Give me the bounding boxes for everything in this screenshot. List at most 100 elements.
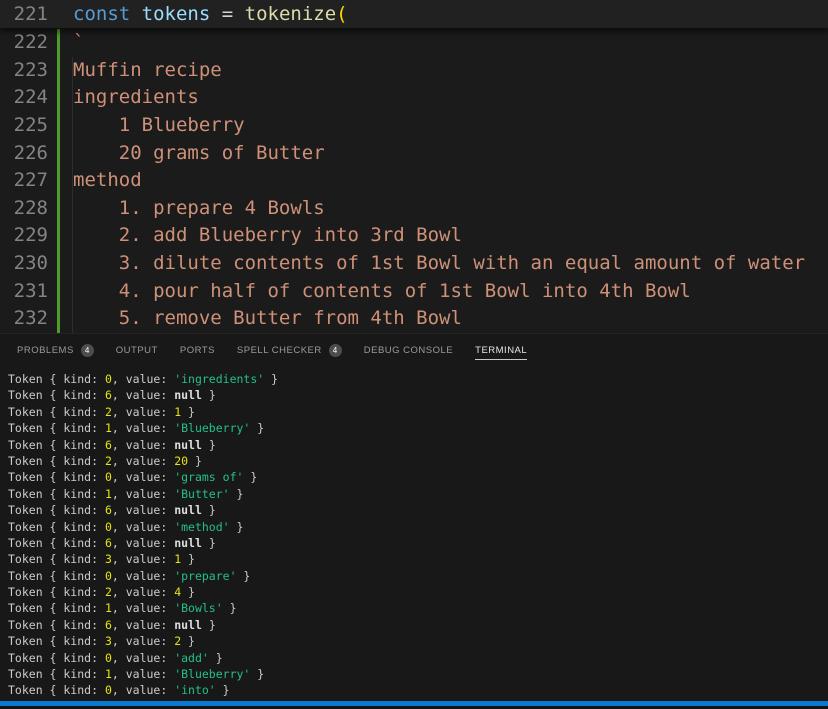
editor-line[interactable]: 231 4. pour half of contents of 1st Bowl… (0, 278, 828, 306)
panel-tab-spell-checker[interactable]: SPELL CHECKER4 (237, 334, 342, 366)
terminal-token-line: Token { kind: 1, value: 'Blueberry' } (8, 666, 828, 682)
editor-line[interactable]: 229 2. add Blueberry into 3rd Bowl (0, 222, 828, 250)
panel-tab-debug-console[interactable]: DEBUG CONSOLE (364, 334, 453, 366)
line-number[interactable]: 228 (0, 195, 48, 223)
terminal-token-line: Token { kind: 6, value: null } (8, 502, 828, 518)
terminal-output[interactable]: Token { kind: 0, value: 'ingredients' }T… (0, 366, 828, 701)
terminal-token-line: Token { kind: 0, value: 'into' } (8, 682, 828, 698)
terminal-token-line: Token { kind: 0, value: 'add' } (8, 650, 828, 666)
token-value: 'Blueberry' (174, 421, 250, 435)
sticky-scroll-line[interactable]: 221 const tokens = tokenize( (0, 0, 828, 29)
panel-tab-problems[interactable]: PROBLEMS 4 (17, 334, 94, 366)
token-value: 'Butter' (174, 487, 229, 501)
git-added-gutter (57, 167, 60, 195)
panel-tab-terminal[interactable]: TERMINAL (475, 334, 527, 366)
panel-tab-ports[interactable]: PORTS (180, 334, 215, 366)
token-kind-value: 6 (105, 503, 112, 517)
token-kind-value: 3 (105, 552, 112, 566)
token-kind-value: 0 (105, 520, 112, 534)
line-number[interactable]: 229 (0, 222, 48, 250)
git-added-gutter (57, 305, 60, 333)
string-line-text[interactable]: 4. pour half of contents of 1st Bowl int… (73, 278, 691, 306)
string-line-text[interactable]: 1. prepare 4 Bowls (73, 195, 325, 223)
line-number[interactable]: 224 (0, 84, 48, 112)
token-kind-value: 0 (105, 470, 112, 484)
editor-line[interactable]: 222 ` (0, 29, 828, 57)
line-number[interactable]: 232 (0, 305, 48, 333)
terminal-token-line: Token { kind: 0, value: 'prepare' } (8, 568, 828, 584)
token-value: 'into' (174, 683, 216, 697)
token-kind-value: 3 (105, 634, 112, 648)
terminal-token-line: Token { kind: 2, value: 4 } (8, 584, 828, 600)
editor-line[interactable]: 224 ingredients (0, 84, 828, 112)
terminal-token-line: Token { kind: 1, value: 'Bowls' } (8, 600, 828, 616)
string-line-text[interactable]: Muffin recipe (73, 57, 222, 85)
panel-tab-output[interactable]: OUTPUT (116, 334, 158, 366)
editor-line[interactable]: 230 3. dilute contents of 1st Bowl with … (0, 250, 828, 278)
editor-line[interactable]: 227 method (0, 167, 828, 195)
token-kind-value: 1 (105, 487, 112, 501)
token-kind-value: 6 (105, 536, 112, 550)
token-kind-value: 2 (105, 585, 112, 599)
string-line-text[interactable]: method (73, 167, 142, 195)
panel-tab-label: TERMINAL (475, 345, 527, 356)
token-kind-value: 0 (105, 683, 112, 697)
code-token-operator: = (222, 3, 233, 25)
git-added-gutter (57, 57, 60, 85)
editor-line[interactable]: 223 Muffin recipe (0, 57, 828, 85)
bottom-panel: PROBLEMS 4 OUTPUT PORTS SPELL CHECKER4 DEBUG … (0, 333, 828, 701)
string-line-text[interactable]: 2. add Blueberry into 3rd Bowl (73, 222, 462, 250)
token-kind-value: 1 (105, 421, 112, 435)
string-line-text[interactable]: 5. remove Butter from 4th Bowl (73, 305, 462, 333)
terminal-token-line: Token { kind: 6, value: null } (8, 535, 828, 551)
git-added-gutter (57, 250, 60, 278)
token-kind-value: 6 (105, 438, 112, 452)
status-bar (0, 701, 828, 709)
git-added-gutter (57, 140, 60, 168)
terminal-token-line: Token { kind: 1, value: 'Blueberry' } (8, 420, 828, 436)
panel-tab-bar: PROBLEMS 4 OUTPUT PORTS SPELL CHECKER4 DEBUG … (0, 333, 828, 366)
token-value: 'method' (174, 520, 229, 534)
terminal-token-line: Token { kind: 6, value: null } (8, 617, 828, 633)
token-value: null (174, 618, 202, 632)
terminal-token-line: Token { kind: 3, value: 1 } (8, 551, 828, 567)
token-kind-value: 0 (105, 372, 112, 386)
sticky-line-number: 221 (0, 0, 48, 28)
token-value: 'grams of' (174, 470, 243, 484)
panel-tab-label: SPELL CHECKER (237, 345, 322, 356)
token-value: 'Blueberry' (174, 667, 250, 681)
string-line-text[interactable]: 1 Blueberry (73, 112, 245, 140)
line-number[interactable]: 227 (0, 167, 48, 195)
token-value: null (174, 438, 202, 452)
token-kind-value: 6 (105, 618, 112, 632)
sticky-code: const tokens = tokenize( (73, 0, 348, 28)
git-added-gutter (57, 112, 60, 140)
status-bar-accent (0, 701, 828, 706)
token-value: 20 (174, 454, 188, 468)
line-number[interactable]: 231 (0, 278, 48, 306)
string-line-text[interactable]: ` (73, 29, 84, 57)
editor-line[interactable]: 226 20 grams of Butter (0, 140, 828, 168)
git-added-gutter (57, 222, 60, 250)
terminal-token-line: Token { kind: 1, value: 'Butter' } (8, 486, 828, 502)
token-kind-value: 0 (105, 569, 112, 583)
code-token-function: tokenize (245, 3, 337, 25)
editor-line[interactable]: 228 1. prepare 4 Bowls (0, 195, 828, 223)
tab-count-badge: 4 (81, 344, 94, 357)
line-number[interactable]: 223 (0, 57, 48, 85)
string-line-text[interactable]: 20 grams of Butter (73, 140, 325, 168)
token-value: null (174, 503, 202, 517)
git-added-gutter (57, 29, 60, 57)
line-number[interactable]: 230 (0, 250, 48, 278)
terminal-token-line: Token { kind: 2, value: 1 } (8, 404, 828, 420)
line-number[interactable]: 222 (0, 29, 48, 57)
panel-tab-label: DEBUG CONSOLE (364, 345, 453, 356)
token-value: null (174, 536, 202, 550)
line-number[interactable]: 225 (0, 112, 48, 140)
editor-line[interactable]: 232 5. remove Butter from 4th Bowl (0, 305, 828, 333)
string-line-text[interactable]: ingredients (73, 84, 199, 112)
string-line-text[interactable]: 3. dilute contents of 1st Bowl with an e… (73, 250, 805, 278)
editor-line[interactable]: 225 1 Blueberry (0, 112, 828, 140)
panel-tab-label: PROBLEMS (17, 345, 74, 356)
line-number[interactable]: 226 (0, 140, 48, 168)
